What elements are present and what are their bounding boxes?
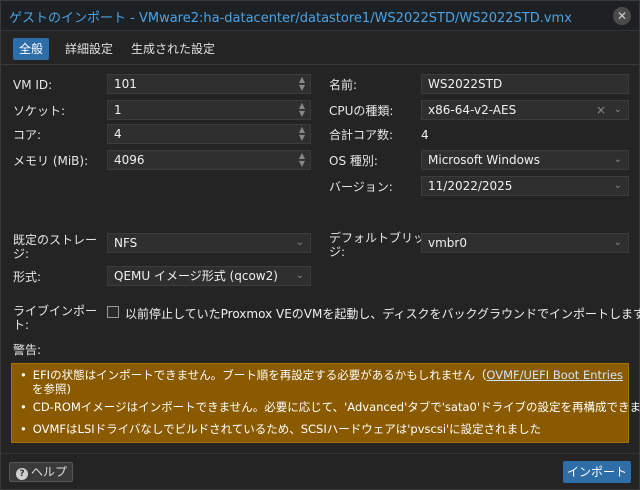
format-label: 形式: xyxy=(13,270,42,284)
cores-input[interactable]: 4 ▲ ▼ xyxy=(107,124,311,144)
os-version-label: バージョン: xyxy=(329,180,393,194)
chevron-down-icon[interactable]: ⌄ xyxy=(296,267,304,285)
warnings-box: • EFIの状態はインポートできません。ブート順を再設定する必要があるかもしれませ… xyxy=(11,363,640,443)
ovmf-boot-entries-link[interactable]: OVMF/UEFI Boot Entries xyxy=(486,368,623,382)
live-import-label: ライブインポー ト: xyxy=(13,304,98,332)
default-storage-select[interactable]: NFS ⌄ xyxy=(107,233,311,253)
tab-bar: 全般 詳細設定 生成された設定 xyxy=(1,31,639,65)
chevron-down-icon[interactable]: ⌄ xyxy=(614,101,622,119)
live-import-text: 以前停止していたProxmox VEのVMを起動し、ディスクをバックグラウンドで… xyxy=(125,307,640,321)
dialog-footer: ? ヘルプ インポート xyxy=(1,453,639,489)
dialog-title: ゲストのインポート - VMware2:ha-datacenter/datast… xyxy=(9,11,572,26)
memory-value: 4096 xyxy=(114,153,145,167)
warning-item-continuation: を参照) xyxy=(32,382,71,396)
tab-generated-settings[interactable]: 生成された設定 xyxy=(125,38,221,60)
spinner-icon[interactable]: ▲ ▼ xyxy=(297,126,307,142)
help-button[interactable]: ? ヘルプ xyxy=(9,462,73,482)
tab-general[interactable]: 全般 xyxy=(13,38,50,60)
cores-label: コア: xyxy=(13,128,42,142)
format-select[interactable]: QEMU イメージ形式 (qcow2) ⌄ xyxy=(107,266,311,286)
name-label: 名前: xyxy=(329,78,358,92)
cpu-type-label: CPUの種類: xyxy=(329,104,394,118)
chevron-down-icon[interactable]: ⌄ xyxy=(614,151,622,169)
os-type-select[interactable]: Microsoft Windows ⌄ xyxy=(421,150,629,170)
warning-item: • EFIの状態はインポートできません。ブート順を再設定する必要があるかもしれませ… xyxy=(20,368,624,382)
spinner-icon[interactable]: ▲ ▼ xyxy=(297,152,307,168)
help-button-label: ヘルプ xyxy=(31,465,68,479)
name-value: WS2022STD xyxy=(428,77,503,91)
import-button[interactable]: インポート xyxy=(563,461,631,483)
os-type-value: Microsoft Windows xyxy=(428,153,540,167)
default-bridge-value: vmbr0 xyxy=(428,236,467,250)
format-value: QEMU イメージ形式 (qcow2) xyxy=(114,269,278,283)
default-storage-value: NFS xyxy=(114,236,138,250)
vmid-label: VM ID: xyxy=(13,78,53,92)
cpu-type-value: x86-64-v2-AES xyxy=(428,103,517,117)
vmid-value: 101 xyxy=(114,77,137,91)
dialog-titlebar: ゲストのインポート - VMware2:ha-datacenter/datast… xyxy=(1,1,639,31)
default-bridge-select[interactable]: vmbr0 ⌄ xyxy=(421,233,629,253)
os-version-value: 11/2022/2025 xyxy=(428,179,513,193)
close-icon[interactable]: ✕ xyxy=(613,7,631,25)
warnings-label: 警告: xyxy=(13,343,42,357)
spinner-icon[interactable]: ▲ ▼ xyxy=(297,102,307,118)
cpu-type-select[interactable]: x86-64-v2-AES × ⌄ xyxy=(421,100,629,120)
clear-icon[interactable]: × xyxy=(596,101,606,119)
live-import-checkbox[interactable] xyxy=(107,306,119,318)
chevron-down-icon[interactable]: ⌄ xyxy=(614,234,622,252)
total-cores-value: 4 xyxy=(421,128,429,142)
spinner-icon[interactable]: ▲ ▼ xyxy=(297,76,307,92)
chevron-down-icon[interactable]: ⌄ xyxy=(296,234,304,252)
warning-item: • CD-ROMイメージはインポートできません。必要に応じて、'Advanced'… xyxy=(20,400,640,414)
default-storage-label: 既定のストレー ジ: xyxy=(13,233,98,261)
help-icon: ? xyxy=(16,468,28,480)
sockets-label: ソケット: xyxy=(13,104,66,118)
name-input[interactable]: WS2022STD xyxy=(421,74,629,94)
default-bridge-label: デフォルトブリッ ジ: xyxy=(329,231,426,259)
os-version-select[interactable]: 11/2022/2025 ⌄ xyxy=(421,176,629,196)
total-cores-label: 合計コア数: xyxy=(329,128,394,142)
vmid-input[interactable]: 101 ▲ ▼ xyxy=(107,74,311,94)
sockets-input[interactable]: 1 ▲ ▼ xyxy=(107,100,311,120)
warning-item: • OVMFはLSIドライバなしでビルドされているため、SCSIハードウェアは'p… xyxy=(20,422,542,436)
sockets-value: 1 xyxy=(114,103,122,117)
import-guest-dialog: ゲストのインポート - VMware2:ha-datacenter/datast… xyxy=(0,0,640,490)
cores-value: 4 xyxy=(114,127,122,141)
chevron-down-icon[interactable]: ⌄ xyxy=(614,177,622,195)
memory-input[interactable]: 4096 ▲ ▼ xyxy=(107,150,311,170)
tab-advanced[interactable]: 詳細設定 xyxy=(59,38,119,60)
memory-label: メモリ (MiB): xyxy=(13,154,89,168)
os-type-label: OS 種別: xyxy=(329,154,378,168)
